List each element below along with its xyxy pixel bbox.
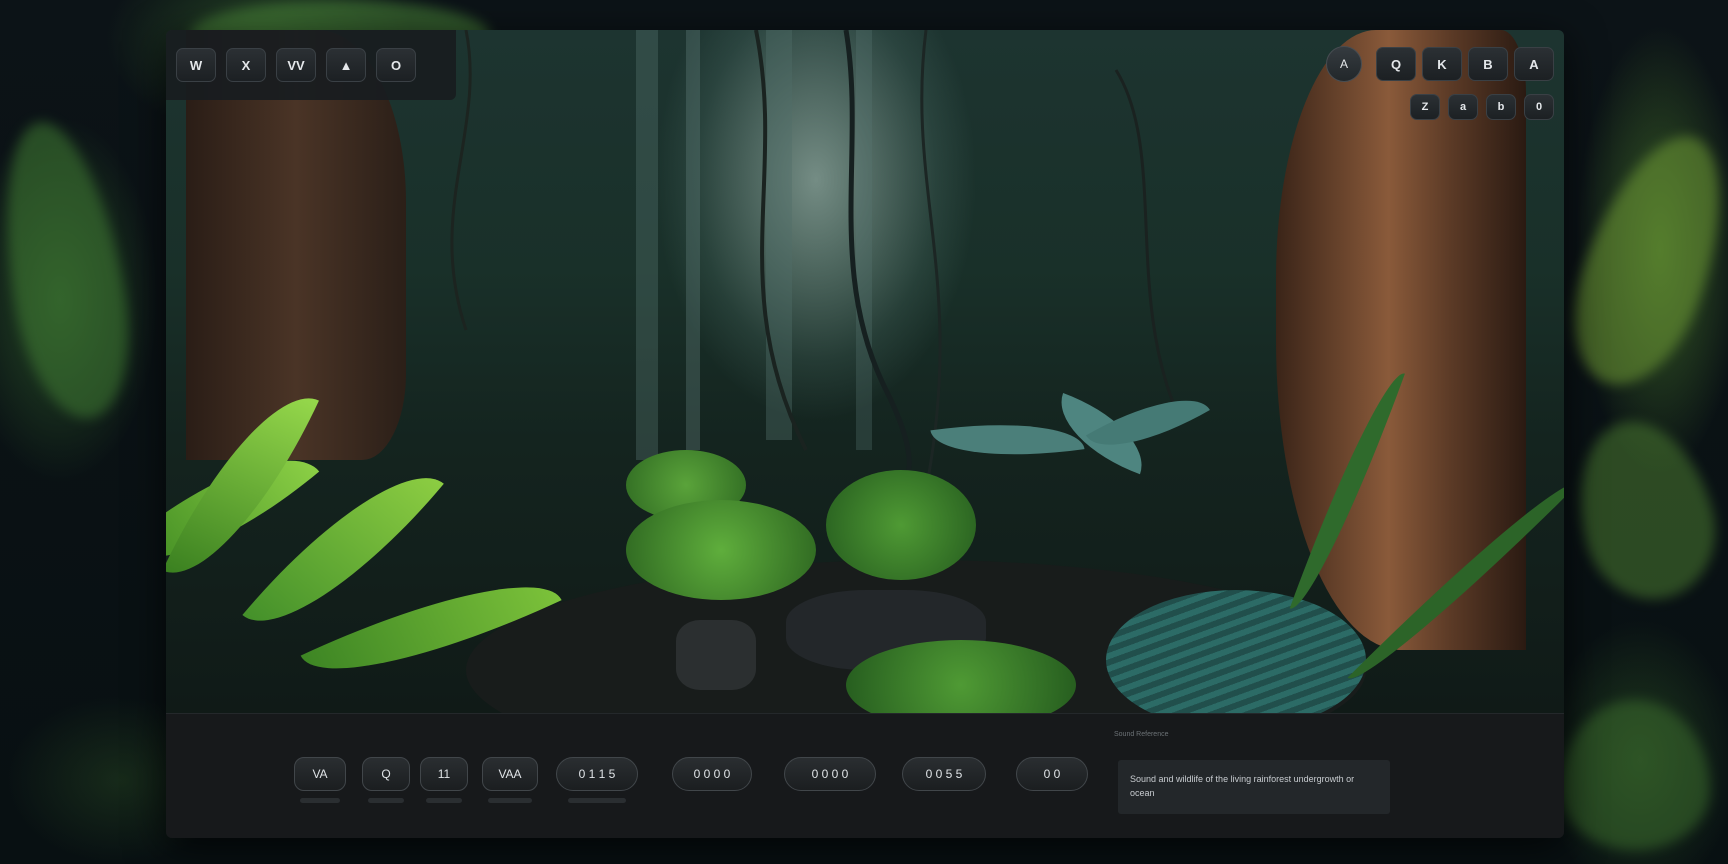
info-panel-header: Sound Reference [1114, 731, 1169, 738]
tool-button[interactable]: ▲ [326, 48, 366, 82]
control-button[interactable]: 11 [420, 757, 468, 791]
tool-button[interactable]: Q [1376, 47, 1416, 81]
control-button[interactable]: VA [294, 757, 346, 791]
control-indicator [568, 798, 626, 803]
control-pill[interactable]: 0 0 [1016, 757, 1088, 791]
small-tool-button[interactable]: b [1486, 94, 1516, 120]
toolbar-left: W X VV ▲ O [166, 30, 456, 100]
small-tool-button[interactable]: a [1448, 94, 1478, 120]
toolbar-right-secondary: Z a b 0 [1410, 94, 1554, 120]
control-indicator [488, 798, 532, 803]
rock [676, 620, 756, 690]
jungle-scene-canvas[interactable]: W X VV ▲ O A Q K B A Z a b 0 [166, 30, 1564, 713]
tool-button[interactable]: A [1514, 47, 1554, 81]
info-panel: Sound and wildlife of the living rainfor… [1118, 760, 1390, 814]
tool-button[interactable]: B [1468, 47, 1508, 81]
control-pill[interactable]: 0 0 0 0 [784, 757, 876, 791]
moss-clump [826, 470, 976, 580]
control-pill[interactable]: 0 1 1 5 [556, 757, 638, 791]
tool-button[interactable]: K [1422, 47, 1462, 81]
app-window: W X VV ▲ O A Q K B A Z a b 0 VA Q 11 VAA… [166, 30, 1564, 838]
tool-button[interactable]: X [226, 48, 266, 82]
small-tool-button[interactable]: Z [1410, 94, 1440, 120]
round-tool-button[interactable]: A [1326, 46, 1362, 82]
control-indicator [300, 798, 340, 803]
control-button[interactable]: VAA [482, 757, 538, 791]
toolbar-right: A Q K B A [1326, 46, 1554, 82]
control-indicator [426, 798, 462, 803]
control-indicator [368, 798, 404, 803]
control-pill[interactable]: 0 0 5 5 [902, 757, 986, 791]
control-pill[interactable]: 0 0 0 0 [672, 757, 752, 791]
info-panel-text: Sound and wildlife of the living rainfor… [1130, 774, 1355, 798]
moss-clump [626, 500, 816, 600]
tool-button[interactable]: VV [276, 48, 316, 82]
small-tool-button[interactable]: 0 [1524, 94, 1554, 120]
tool-button[interactable]: O [376, 48, 416, 82]
tool-button[interactable]: W [176, 48, 216, 82]
control-button[interactable]: Q [362, 757, 410, 791]
